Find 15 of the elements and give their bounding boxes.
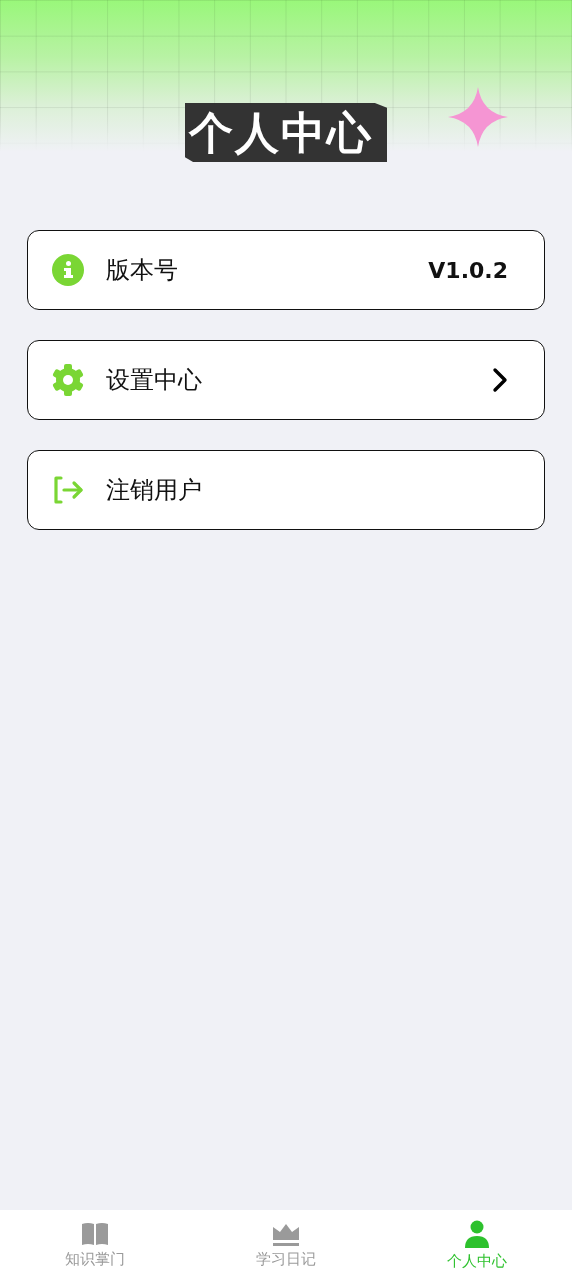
chevron-right-icon bbox=[492, 367, 508, 393]
menu-card[interactable]: 设置中心 bbox=[27, 340, 545, 420]
menu-label: 设置中心 bbox=[106, 365, 203, 396]
menu-label: 注销用户 bbox=[106, 475, 203, 506]
gear-icon bbox=[52, 364, 84, 396]
menu-card[interactable]: 注销用户 bbox=[27, 450, 545, 530]
page-title: 个人中心 bbox=[185, 103, 387, 162]
person-icon bbox=[462, 1219, 491, 1248]
menu-card[interactable]: 版本号 V1.0.2 bbox=[27, 230, 545, 310]
book-icon bbox=[81, 1221, 110, 1246]
menu-label: 版本号 bbox=[106, 255, 179, 286]
sparkle-icon bbox=[448, 87, 508, 147]
info-icon bbox=[52, 254, 84, 286]
logout-icon bbox=[52, 474, 84, 506]
version-number: V1.0.2 bbox=[428, 257, 508, 283]
